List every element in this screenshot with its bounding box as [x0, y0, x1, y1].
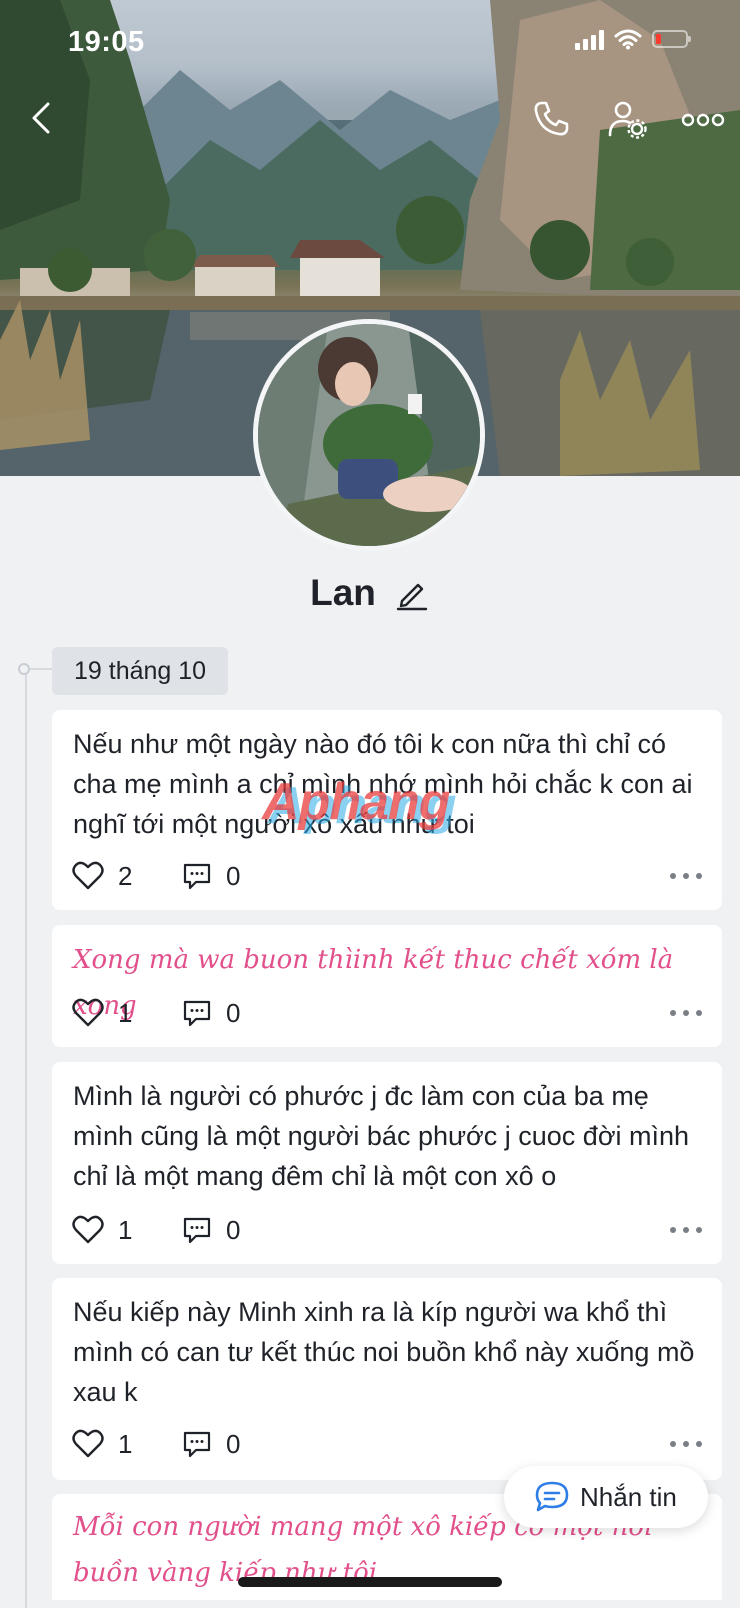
- post-actions: 1 0: [72, 993, 702, 1033]
- post-more-button[interactable]: [670, 867, 702, 885]
- post-actions: 2 0: [72, 856, 702, 896]
- like-count: 2: [118, 860, 133, 891]
- post-text: Nếu kiếp này Minh xinh ra là kíp người w…: [73, 1297, 695, 1407]
- like-count: 1: [118, 1214, 133, 1245]
- back-button[interactable]: [18, 96, 62, 140]
- post-card[interactable]: Nếu kiếp này Minh xinh ra là kíp người w…: [52, 1278, 722, 1480]
- like-button[interactable]: 1: [72, 1215, 182, 1246]
- heart-icon: [72, 861, 104, 890]
- signal-icon: [575, 28, 604, 50]
- user-settings-icon: [608, 101, 647, 139]
- post-more-button[interactable]: [670, 1221, 702, 1239]
- comment-button[interactable]: 0: [182, 1215, 240, 1246]
- heart-icon: [72, 1429, 104, 1458]
- wifi-icon: [614, 29, 642, 50]
- post-actions: 1 0: [72, 1424, 702, 1464]
- post-text: Mình là người có phước j đc làm con của …: [73, 1081, 690, 1191]
- status-icons: [575, 28, 691, 50]
- avatar[interactable]: [253, 319, 485, 551]
- comment-button[interactable]: 0: [182, 998, 240, 1029]
- timeline-dot: [18, 663, 30, 675]
- heart-icon: [72, 998, 104, 1027]
- comment-icon: [183, 1217, 211, 1244]
- timeline-line: [25, 668, 27, 1608]
- status-time: 19:05: [68, 26, 145, 58]
- post-more-button[interactable]: [670, 1004, 702, 1022]
- comment-icon: [183, 863, 211, 890]
- post-more-button[interactable]: [670, 1435, 702, 1453]
- post-card[interactable]: Mình là người có phước j đc làm con của …: [52, 1062, 722, 1264]
- comment-count: 0: [226, 860, 241, 891]
- message-button-label: Nhắn tin: [580, 1481, 677, 1512]
- comment-icon: [183, 1431, 211, 1458]
- call-button[interactable]: [528, 96, 574, 142]
- back-icon: [32, 102, 50, 134]
- battery-icon: [652, 30, 691, 48]
- comment-count: 0: [226, 997, 241, 1028]
- like-button[interactable]: 1: [72, 998, 182, 1029]
- profile-name: Lan: [310, 572, 376, 613]
- watermark: Aphang: [262, 773, 451, 831]
- edit-icon[interactable]: [394, 575, 430, 611]
- like-button[interactable]: 1: [72, 1429, 182, 1460]
- comment-button[interactable]: 0: [182, 1429, 240, 1460]
- more-button[interactable]: [678, 100, 728, 140]
- profile-settings-button[interactable]: [604, 96, 650, 142]
- comment-count: 0: [226, 1214, 241, 1245]
- comment-button[interactable]: 0: [182, 861, 240, 892]
- home-indicator: [238, 1577, 502, 1587]
- comment-icon: [183, 1000, 211, 1027]
- timeline-connector: [30, 668, 52, 670]
- like-count: 1: [118, 997, 133, 1028]
- more-icon: [681, 113, 725, 127]
- like-button[interactable]: 2: [72, 861, 182, 892]
- comment-count: 0: [226, 1428, 241, 1459]
- post-actions: 1 0: [72, 1210, 702, 1250]
- timeline-date: 19 tháng 10: [52, 647, 229, 695]
- chat-icon: [535, 1481, 569, 1512]
- heart-icon: [72, 1215, 104, 1244]
- like-count: 1: [118, 1428, 133, 1459]
- avatar-photo: [258, 324, 480, 546]
- profile-name-row: Lan: [0, 572, 740, 614]
- phone-icon: [534, 101, 569, 136]
- post-card[interactable]: Xong mà wa buon thìinh kết thuc chết xóm…: [52, 925, 722, 1047]
- message-button[interactable]: Nhắn tin: [504, 1466, 708, 1528]
